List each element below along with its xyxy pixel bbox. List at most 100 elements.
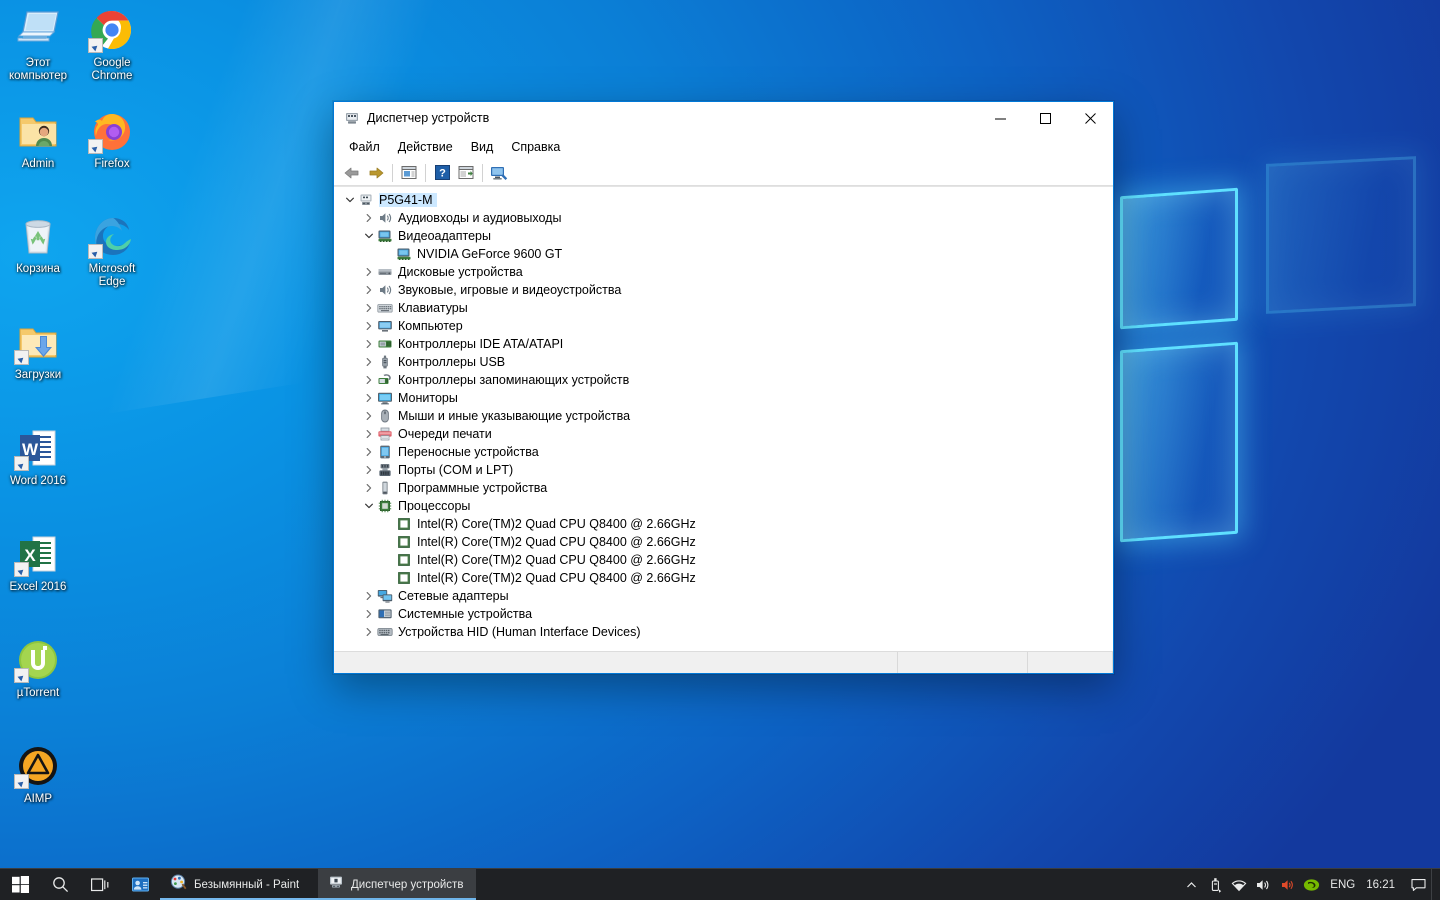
forward-arrow-icon[interactable] [364, 162, 388, 184]
desktop-icon-downloads[interactable]: Загрузки [0, 318, 76, 382]
maximize-button[interactable] [1023, 102, 1068, 134]
tree-category-item[interactable]: Аудиовходы и аудиовыходы [334, 209, 1113, 227]
tree-category-item[interactable]: Контроллеры запоминающих устройств [334, 371, 1113, 389]
desktop[interactable]: Этот компьютер Google Chrome Admin Firef… [0, 0, 1440, 900]
desktop-icon-label: Загрузки [14, 369, 62, 381]
usb-eject-icon[interactable] [1203, 869, 1227, 900]
wifi-icon[interactable] [1227, 869, 1251, 900]
desktop-icon-this-pc[interactable]: Этот компьютер [0, 6, 76, 83]
nvidia-icon[interactable] [1299, 869, 1323, 900]
desktop-icon-admin[interactable]: Admin [0, 107, 76, 171]
chevron-down-icon[interactable] [342, 192, 358, 208]
chevron-right-icon[interactable] [361, 390, 377, 406]
tree-leaf-item[interactable]: NVIDIA GeForce 9600 GT [334, 245, 1113, 263]
desktop-icon-label: Firefox [94, 158, 130, 170]
toolbar[interactable]: ? [334, 160, 1113, 186]
tree-category-item[interactable]: Видеоадаптеры [334, 227, 1113, 245]
show-desktop-button[interactable] [1431, 869, 1438, 900]
desktop-icon-chrome[interactable]: Google Chrome [74, 6, 150, 83]
taskbar-item-device-manager[interactable]: Диспетчер устройств [318, 869, 476, 900]
chevron-right-icon[interactable] [361, 624, 377, 640]
tree-root-item[interactable]: P5G41-M [334, 191, 1113, 209]
volume-icon[interactable] [1251, 869, 1275, 900]
menu-help[interactable]: Справка [502, 137, 569, 157]
menu-view[interactable]: Вид [462, 137, 503, 157]
chevron-down-icon[interactable] [361, 498, 377, 514]
language-indicator[interactable]: ENG [1323, 869, 1362, 900]
chevron-right-icon[interactable] [361, 300, 377, 316]
chevron-right-icon[interactable] [361, 444, 377, 460]
back-arrow-icon[interactable] [340, 162, 364, 184]
device-manager-window[interactable]: Диспетчер устройств Файл Действие Вид Сп… [333, 101, 1114, 674]
scan-hardware-icon[interactable] [487, 162, 511, 184]
tree-leaf-item[interactable]: Intel(R) Core(TM)2 Quad CPU Q8400 @ 2.66… [334, 515, 1113, 533]
search-icon[interactable] [40, 869, 80, 900]
menu-file[interactable]: Файл [340, 137, 389, 157]
chevron-right-icon[interactable] [361, 210, 377, 226]
tree-category-item[interactable]: Мыши и иные указывающие устройства [334, 407, 1113, 425]
task-view-icon[interactable] [80, 869, 120, 900]
device-tree[interactable]: P5G41-M Аудиовходы и аудиовыходы Видеоадап… [334, 186, 1113, 651]
tree-category-item[interactable]: Программные устройства [334, 479, 1113, 497]
tree-item-label: Intel(R) Core(TM)2 Quad CPU Q8400 @ 2.66… [417, 517, 696, 531]
tree-category-item[interactable]: Системные устройства [334, 605, 1113, 623]
desktop-icon-recycle-bin[interactable]: Корзина [0, 212, 76, 276]
update-driver-icon[interactable] [454, 162, 478, 184]
tree-category-item[interactable]: Порты (COM и LPT) [334, 461, 1113, 479]
desktop-icon-utorrent[interactable]: µTorrent [0, 636, 76, 700]
menu-action[interactable]: Действие [389, 137, 462, 157]
menu-bar[interactable]: Файл Действие Вид Справка [334, 134, 1113, 160]
chevron-right-icon[interactable] [361, 426, 377, 442]
contacts-people-icon[interactable] [120, 869, 160, 900]
desktop-icon-word[interactable]: W Word 2016 [0, 424, 76, 488]
properties-icon[interactable] [397, 162, 421, 184]
close-button[interactable] [1068, 102, 1113, 134]
desktop-icon-edge[interactable]: Microsoft Edge [74, 212, 150, 289]
help-icon[interactable]: ? [430, 162, 454, 184]
action-center-icon[interactable] [1405, 869, 1431, 900]
tree-category-item[interactable]: Клавиатуры [334, 299, 1113, 317]
chevron-right-icon[interactable] [361, 588, 377, 604]
tree-category-item[interactable]: Контроллеры IDE ATA/ATAPI [334, 335, 1113, 353]
chevron-right-icon[interactable] [361, 462, 377, 478]
tree-category-item[interactable]: Очереди печати [334, 425, 1113, 443]
chevron-right-icon[interactable] [361, 336, 377, 352]
tree-leaf-item[interactable]: Intel(R) Core(TM)2 Quad CPU Q8400 @ 2.66… [334, 551, 1113, 569]
chevron-right-icon[interactable] [361, 408, 377, 424]
chevron-right-icon[interactable] [361, 354, 377, 370]
chevron-down-icon[interactable] [361, 228, 377, 244]
window-controls[interactable] [978, 102, 1113, 134]
desktop-icon-label: Word 2016 [9, 475, 67, 487]
chevron-right-icon[interactable] [361, 282, 377, 298]
hid-icon [377, 624, 393, 640]
tree-category-item[interactable]: Процессоры [334, 497, 1113, 515]
tree-category-item[interactable]: Мониторы [334, 389, 1113, 407]
show-hidden-icons-chevron[interactable] [1179, 869, 1203, 900]
tree-category-item[interactable]: Дисковые устройства [334, 263, 1113, 281]
chevron-right-icon[interactable] [361, 606, 377, 622]
speaker-muted-icon[interactable] [1275, 869, 1299, 900]
minimize-button[interactable] [978, 102, 1023, 134]
system-tray[interactable]: ENG 16:21 [1179, 869, 1440, 900]
tree-leaf-item[interactable]: Intel(R) Core(TM)2 Quad CPU Q8400 @ 2.66… [334, 569, 1113, 587]
tree-category-item[interactable]: Сетевые адаптеры [334, 587, 1113, 605]
window-titlebar[interactable]: Диспетчер устройств [334, 102, 1113, 134]
desktop-icon-aimp[interactable]: AIMP [0, 742, 76, 806]
clock[interactable]: 16:21 [1362, 869, 1405, 900]
tree-leaf-item[interactable]: Intel(R) Core(TM)2 Quad CPU Q8400 @ 2.66… [334, 533, 1113, 551]
tree-category-item[interactable]: Компьютер [334, 317, 1113, 335]
chevron-right-icon[interactable] [361, 480, 377, 496]
chevron-right-icon[interactable] [361, 372, 377, 388]
desktop-icon-label: AIMP [23, 793, 53, 805]
chevron-right-icon[interactable] [361, 318, 377, 334]
desktop-icon-firefox[interactable]: Firefox [74, 107, 150, 171]
tree-category-item[interactable]: Устройства HID (Human Interface Devices) [334, 623, 1113, 641]
desktop-icon-excel[interactable]: X Excel 2016 [0, 530, 76, 594]
chevron-right-icon[interactable] [361, 264, 377, 280]
start-button[interactable] [0, 869, 40, 900]
taskbar-item-paint[interactable]: Безымянный - Paint [160, 869, 318, 900]
tree-category-item[interactable]: Переносные устройства [334, 443, 1113, 461]
taskbar[interactable]: Безымянный - Paint Диспетчер устройств E… [0, 868, 1440, 900]
tree-category-item[interactable]: Контроллеры USB [334, 353, 1113, 371]
tree-category-item[interactable]: Звуковые, игровые и видеоустройства [334, 281, 1113, 299]
